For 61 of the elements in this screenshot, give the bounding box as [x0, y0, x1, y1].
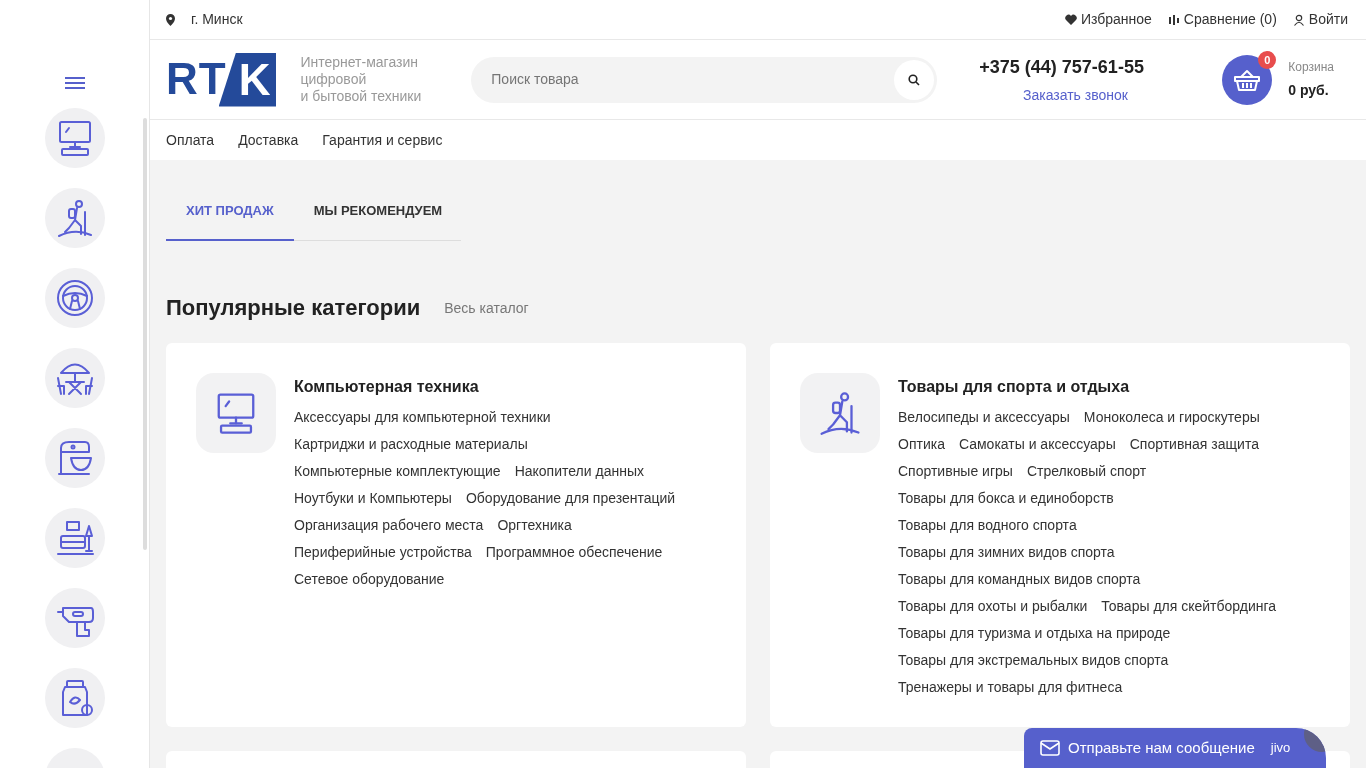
- subcategory-link[interactable]: Оптика: [898, 433, 945, 461]
- cart-button[interactable]: 0: [1222, 54, 1273, 105]
- tab[interactable]: МЫ РЕКОМЕНДУЕМ: [293, 188, 463, 241]
- subcategory-link[interactable]: Аксессуары для компьютерной техники: [294, 406, 551, 434]
- search-box[interactable]: Поиск товара: [471, 56, 938, 103]
- subcategory-link[interactable]: Периферийные устройства: [294, 541, 472, 569]
- subcategory-link[interactable]: Накопители данных: [514, 460, 644, 488]
- scrollbar-thumb[interactable]: [143, 118, 147, 550]
- subcategory-link[interactable]: Тренажеры и товары для фитнеса: [898, 676, 1123, 704]
- search-button[interactable]: [894, 59, 935, 100]
- section-title: Популярные категории: [166, 294, 421, 321]
- subcategory-link[interactable]: Товары для бокса и единоборств: [898, 487, 1114, 515]
- sofa-icon: [54, 518, 95, 558]
- subcategory-link[interactable]: Программное обеспечение: [485, 541, 663, 569]
- subcategory-link[interactable]: Товары для охоты и рыбалки: [898, 595, 1088, 623]
- store-tagline: Интернет-магазин цифровой и бытовой техники: [300, 54, 422, 105]
- subcategory-link[interactable]: Товары для командных видов спорта: [898, 568, 1141, 596]
- top-link[interactable]: Избранное: [1064, 9, 1152, 30]
- subcategory-link[interactable]: Спортивная защита: [1129, 433, 1259, 461]
- subcategory-link[interactable]: Сетевое оборудование: [294, 568, 445, 596]
- category-title[interactable]: Компьютерная техника: [294, 374, 676, 399]
- subcategory-link[interactable]: Ноутбуки и Компьютеры: [294, 487, 452, 515]
- subcategory-link[interactable]: Оборудование для презентаций: [465, 487, 676, 515]
- subcategory-link[interactable]: Товары для туризма и отдыха на природе: [898, 622, 1171, 650]
- subcategory-link[interactable]: Организация рабочего места: [294, 514, 484, 542]
- subcategory-link[interactable]: Компьютерные комплектующие: [294, 460, 501, 488]
- category-title[interactable]: Товары для спорта и отдыха: [898, 374, 1277, 399]
- subcategory-link[interactable]: Оргтехника: [497, 514, 572, 542]
- tab[interactable]: ХИТ ПРОДАЖ: [166, 188, 294, 241]
- top-link[interactable]: Сравнение (0): [1167, 9, 1277, 30]
- top-link[interactable]: Войти: [1292, 9, 1348, 30]
- subcategory-link[interactable]: Товары для экстремальных видов спорта: [898, 649, 1169, 677]
- location-pin-icon: [166, 13, 175, 26]
- subcategory-link[interactable]: Картриджи и расходные материалы: [294, 433, 528, 461]
- city-name[interactable]: г. Минск: [191, 9, 243, 30]
- heart-icon: [1064, 13, 1077, 26]
- subcategory-link[interactable]: Товары для зимних видов спорта: [898, 541, 1115, 569]
- subcategory-link[interactable]: Товары для водного спорта: [898, 514, 1077, 542]
- basket-icon: [1234, 68, 1261, 91]
- phone-number: +375 (44) 757-61-55: [979, 55, 1144, 79]
- steering-wheel-icon: [54, 278, 95, 318]
- cart-total: 0 руб.: [1288, 81, 1330, 100]
- catalog-link[interactable]: Весь каталог: [444, 297, 529, 321]
- envelope-icon: [1040, 740, 1060, 756]
- user-icon: [1292, 13, 1305, 26]
- search-field[interactable]: Поиск товара: [489, 68, 895, 91]
- subcategory-link[interactable]: Спортивные игры: [898, 460, 1013, 488]
- subcategory-link[interactable]: Моноколеса и гироскутеры: [1083, 406, 1260, 434]
- menu-link[interactable]: Оплата: [166, 129, 215, 151]
- subcategory-link[interactable]: Самокаты и аксессуары: [958, 433, 1116, 461]
- subcategory-link[interactable]: Велосипеды и аксессуары: [898, 406, 1070, 434]
- subcategory-link[interactable]: Стрелковый спорт: [1026, 460, 1147, 488]
- bar-chart-icon: [1167, 13, 1180, 26]
- chat-button[interactable]: Отправьте нам сообщение jivo: [1024, 728, 1326, 768]
- cart-count-badge: 0: [1258, 50, 1277, 69]
- callback-link[interactable]: Заказать звонок: [979, 84, 1128, 106]
- menu-link[interactable]: Гарантия и сервис: [322, 129, 443, 151]
- menu-link[interactable]: Доставка: [238, 129, 299, 151]
- subcategory-link[interactable]: Товары для скейтбординга: [1101, 595, 1277, 623]
- search-icon: [908, 73, 921, 86]
- cart-label: Корзина: [1288, 59, 1334, 76]
